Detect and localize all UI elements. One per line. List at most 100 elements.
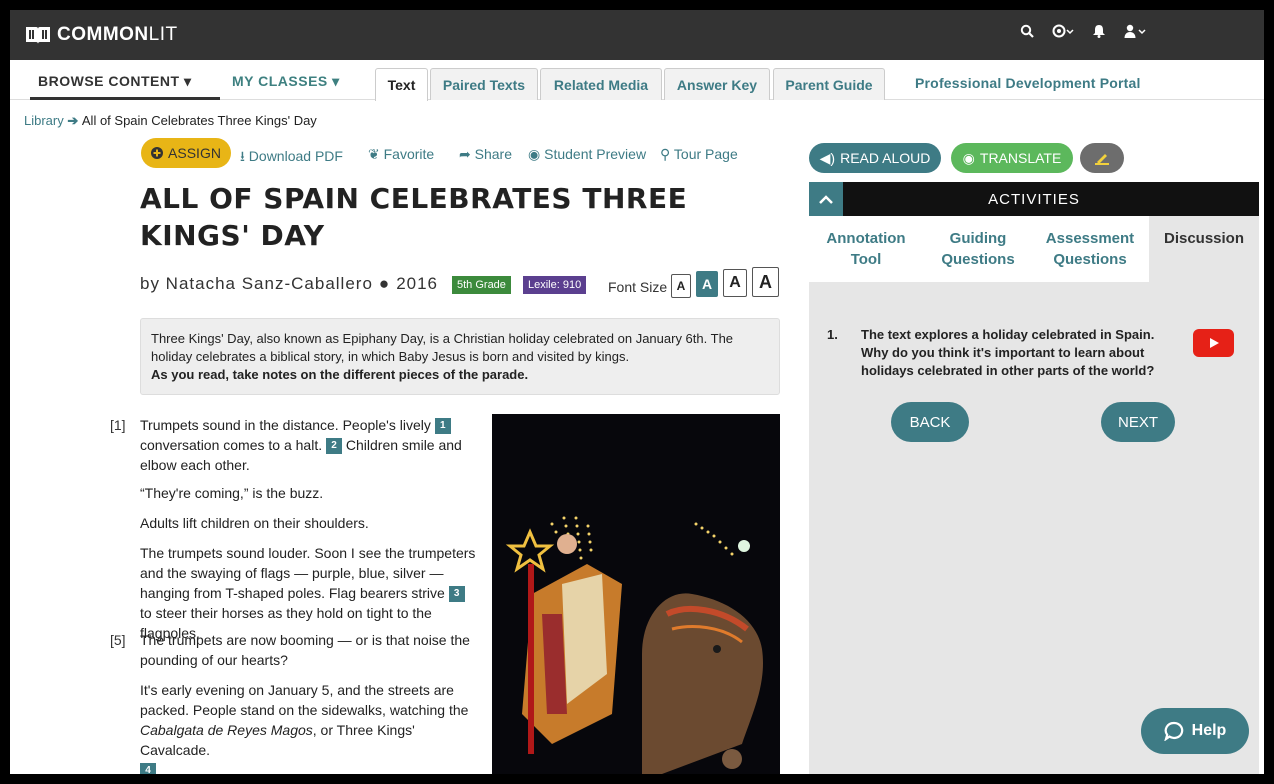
speaker-icon: ◀)	[819, 149, 836, 166]
paragraph: [1] Trumpets sound in the distance. Peop…	[110, 415, 480, 475]
plus-circle-icon	[151, 147, 164, 159]
youtube-video-button[interactable]	[1193, 329, 1234, 357]
tab-label: Annotation	[826, 230, 906, 247]
caret-down-icon: ▾	[332, 73, 340, 89]
tab-label: Related Media	[553, 76, 649, 93]
paragraph: The trumpets sound louder. Soon I see th…	[140, 543, 480, 643]
chat-bubble-icon	[1163, 721, 1183, 741]
help-button[interactable]: Help	[1141, 708, 1249, 754]
tab-assessment-questions[interactable]: Assessment Questions	[1043, 228, 1137, 270]
paragraph-text: The trumpets are now booming — or is tha…	[140, 632, 470, 668]
font-size-lg-button[interactable]: A	[752, 267, 779, 297]
tab-text[interactable]: Text	[375, 68, 428, 101]
help-label: Help	[1191, 722, 1227, 739]
play-icon	[1209, 338, 1219, 348]
font-size-label: Font Size	[608, 279, 668, 295]
assign-label: ASSIGN	[168, 145, 221, 161]
tour-page-link[interactable]: ⚲ Tour Page	[660, 146, 738, 163]
tab-label: Questions	[1053, 251, 1127, 268]
paragraph-emphasis: Cabalgata de Reyes Magos	[140, 722, 313, 738]
book-icon	[26, 27, 50, 44]
footnote-ref[interactable]: 3	[448, 586, 465, 603]
text-title: ALL OF SPAIN CELEBRATES THREE KINGS' DAY	[140, 180, 780, 254]
favorite-link[interactable]: ❦ Favorite	[368, 146, 434, 163]
tab-label: Questions	[941, 251, 1015, 268]
tab-annotation-tool[interactable]: Annotation Tool	[821, 228, 911, 270]
tab-label: Parent Guide	[785, 76, 873, 93]
search-icon[interactable]	[1020, 24, 1034, 38]
logo-light: LIT	[148, 24, 178, 45]
bullet-dot: ●	[378, 274, 391, 293]
footnote-ref[interactable]: 1	[434, 418, 451, 435]
professional-development-link[interactable]: Professional Development Portal	[915, 75, 1141, 91]
back-button[interactable]: BACK	[891, 402, 969, 442]
tab-paired-texts[interactable]: Paired Texts	[430, 68, 538, 100]
assign-button[interactable]: ASSIGN	[141, 138, 231, 168]
student-preview-link[interactable]: ◉ Student Preview	[528, 146, 646, 163]
active-nav-underline	[30, 97, 220, 100]
breadcrumb-current: All of Spain Celebrates Three Kings' Day	[81, 113, 317, 128]
tab-guiding-questions[interactable]: Guiding Questions	[935, 228, 1021, 270]
intro-instruction: As you read, take notes on the different…	[151, 367, 529, 382]
browse-content-label: BROWSE CONTENT	[38, 73, 180, 89]
share-label: Share	[474, 146, 512, 162]
lexile-badge: Lexile: 910	[523, 276, 587, 294]
paragraph-number: [5]	[110, 632, 126, 648]
paragraph-text: The trumpets sound louder. Soon I see th…	[140, 545, 476, 601]
title-line-1: ALL OF SPAIN CELEBRATES THREE	[140, 182, 688, 215]
logo[interactable]: COMMON LIT	[25, 24, 178, 46]
title-line-2: KINGS' DAY	[140, 219, 325, 252]
intro-text: Three Kings' Day, also known as Epiphany…	[151, 331, 734, 364]
tab-related-media[interactable]: Related Media	[540, 68, 662, 100]
year: 2016	[396, 274, 439, 293]
tour-page-label: Tour Page	[673, 146, 738, 162]
footnote-ref[interactable]: 4	[140, 763, 156, 774]
collapse-button[interactable]	[809, 182, 843, 216]
font-size-sm-button[interactable]: A	[696, 271, 718, 297]
tab-answer-key[interactable]: Answer Key	[664, 68, 770, 100]
my-classes-menu[interactable]: MY CLASSES ▾	[232, 73, 340, 90]
download-pdf-link[interactable]: ⭳ Download PDF	[240, 146, 343, 170]
globe-icon[interactable]	[1052, 24, 1074, 38]
footnote-ref[interactable]: 2	[326, 438, 342, 455]
download-label: Download PDF	[248, 148, 343, 164]
font-size-xs-button[interactable]: A	[671, 274, 691, 298]
bell-icon[interactable]	[1092, 24, 1106, 38]
tab-label: Tool	[850, 251, 882, 268]
walk-icon: ⚲	[660, 146, 671, 162]
translate-label: TRANSLATE	[979, 150, 1062, 166]
highlighter-button[interactable]	[1080, 143, 1124, 173]
read-aloud-label: READ ALOUD	[840, 150, 931, 166]
font-size-md-button[interactable]: A	[723, 269, 747, 297]
breadcrumb-library-link[interactable]: Library	[24, 113, 64, 128]
tab-parent-guide[interactable]: Parent Guide	[773, 68, 885, 100]
activities-header: ACTIVITIES	[809, 182, 1259, 216]
translate-button[interactable]: ◉ TRANSLATE	[951, 143, 1073, 173]
activities-panel: ACTIVITIES Annotation Tool Guiding Quest…	[809, 182, 1259, 774]
favorite-label: Favorite	[383, 146, 435, 162]
paragraph-text: Trumpets sound in the distance. People's…	[140, 417, 431, 433]
paragraph: “They're coming,” is the buzz.	[140, 485, 324, 501]
tab-label: Answer Key	[676, 76, 758, 93]
tab-label: Guiding	[949, 230, 1007, 247]
read-aloud-button[interactable]: ◀) READ ALOUD	[809, 143, 941, 173]
paragraph-text: conversation comes to a halt.	[140, 437, 323, 453]
activities-tabs: Annotation Tool Guiding Questions Assess…	[809, 216, 1259, 282]
paragraph: Adults lift children on their shoulders.	[140, 515, 369, 531]
author: by Natacha Sanz-Caballero	[140, 274, 373, 293]
next-button[interactable]: NEXT	[1101, 402, 1175, 442]
share-link[interactable]: ➦ Share	[459, 146, 512, 163]
nav-row: BROWSE CONTENT ▾ MY CLASSES ▾ Text Paire…	[10, 60, 1264, 101]
parade-illustration	[492, 414, 780, 774]
student-preview-label: Student Preview	[544, 146, 647, 162]
share-icon: ➦	[459, 146, 471, 162]
tab-label: Discussion	[1163, 230, 1245, 247]
tab-label: Text	[387, 77, 416, 93]
browse-content-menu[interactable]: BROWSE CONTENT ▾	[38, 73, 191, 90]
intro-box: Three Kings' Day, also known as Epiphany…	[140, 318, 780, 395]
user-icon[interactable]	[1124, 24, 1146, 38]
parade-photo	[492, 414, 780, 774]
download-icon: ⭳	[240, 148, 245, 164]
tab-discussion[interactable]: Discussion	[1149, 216, 1259, 282]
top-icons	[1020, 24, 1146, 38]
